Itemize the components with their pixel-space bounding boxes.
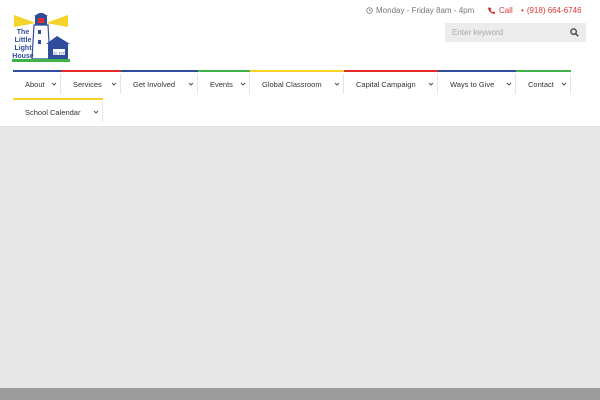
logo-est: Est. 1972 (52, 52, 67, 56)
call-label: Call (499, 6, 513, 15)
logo-line-1: The (17, 29, 30, 36)
nav-item-events[interactable]: Events (198, 70, 250, 98)
chevron-down-icon (506, 81, 512, 87)
nav-item-school-calendar[interactable]: School Calendar (13, 98, 103, 126)
phone-bullet: • (521, 6, 524, 15)
chevron-down-icon (334, 81, 340, 87)
logo-line-2: Little (15, 37, 32, 44)
nav-item-get-involved[interactable]: Get Involved (121, 70, 198, 98)
nav-item-ways-to-give[interactable]: Ways to Give (438, 70, 516, 98)
nav-item-label: Global Classroom (262, 79, 322, 89)
chevron-down-icon (188, 81, 194, 87)
logo-line-4: House (12, 53, 34, 60)
chevron-down-icon (428, 81, 434, 87)
office-hours-text: Monday - Friday 8am - 4pm (376, 6, 475, 15)
nav-item-label: School Calendar (25, 107, 81, 117)
top-info-bar: Monday - Friday 8am - 4pm Call • (918) 6… (0, 6, 600, 20)
office-hours: Monday - Friday 8am - 4pm (366, 6, 474, 15)
nav-color-bar (344, 70, 438, 72)
logo-line-3: Light (14, 45, 32, 52)
phone-icon (488, 7, 495, 14)
search-box (445, 23, 586, 42)
phone-number: (918) 664-6746 (526, 6, 582, 15)
footer-bar (0, 388, 600, 400)
hero-placeholder (0, 126, 600, 389)
nav-item-services[interactable]: Services (61, 70, 121, 98)
nav-item-contact[interactable]: Contact (516, 70, 571, 98)
nav-color-bar (13, 70, 61, 72)
site-logo[interactable]: The Little Light House Est. 1972 (10, 13, 70, 65)
nav-item-label: About (25, 79, 45, 89)
site-header: The Little Light House Est. 1972 Monday … (0, 0, 600, 70)
search-input[interactable] (445, 23, 562, 42)
nav-item-label: Contact (528, 79, 554, 89)
call-link[interactable]: Call (488, 6, 513, 15)
nav-color-bar (198, 70, 250, 72)
nav-item-capital-campaign[interactable]: Capital Campaign (344, 70, 438, 98)
search-button[interactable] (569, 27, 580, 38)
lighthouse-logo-icon: The Little Light House Est. 1972 (12, 13, 70, 62)
nav-item-label: Capital Campaign (356, 79, 416, 89)
chevron-down-icon (111, 81, 117, 87)
nav-item-label: Get Involved (133, 79, 176, 89)
nav-color-bar (61, 70, 121, 72)
nav-divider (102, 102, 103, 122)
nav-item-global-classroom[interactable]: Global Classroom (250, 70, 344, 98)
chevron-down-icon (51, 81, 57, 87)
nav-color-bar (121, 70, 198, 72)
nav-item-label: Events (210, 79, 233, 89)
search-icon (570, 28, 579, 37)
nav-color-bar (250, 70, 344, 72)
nav-divider (570, 74, 571, 94)
chevron-down-icon (93, 109, 99, 115)
nav-item-label: Ways to Give (450, 79, 495, 89)
nav-color-bar (438, 70, 516, 72)
clock-icon (366, 7, 373, 14)
nav-item-label: Services (73, 79, 102, 89)
nav-item-about[interactable]: About (13, 70, 61, 98)
nav-color-bar (13, 98, 103, 100)
chevron-down-icon (240, 81, 246, 87)
nav-color-bar (516, 70, 571, 72)
chevron-down-icon (561, 81, 567, 87)
phone-number-link[interactable]: • (918) 664-6746 (521, 6, 582, 15)
